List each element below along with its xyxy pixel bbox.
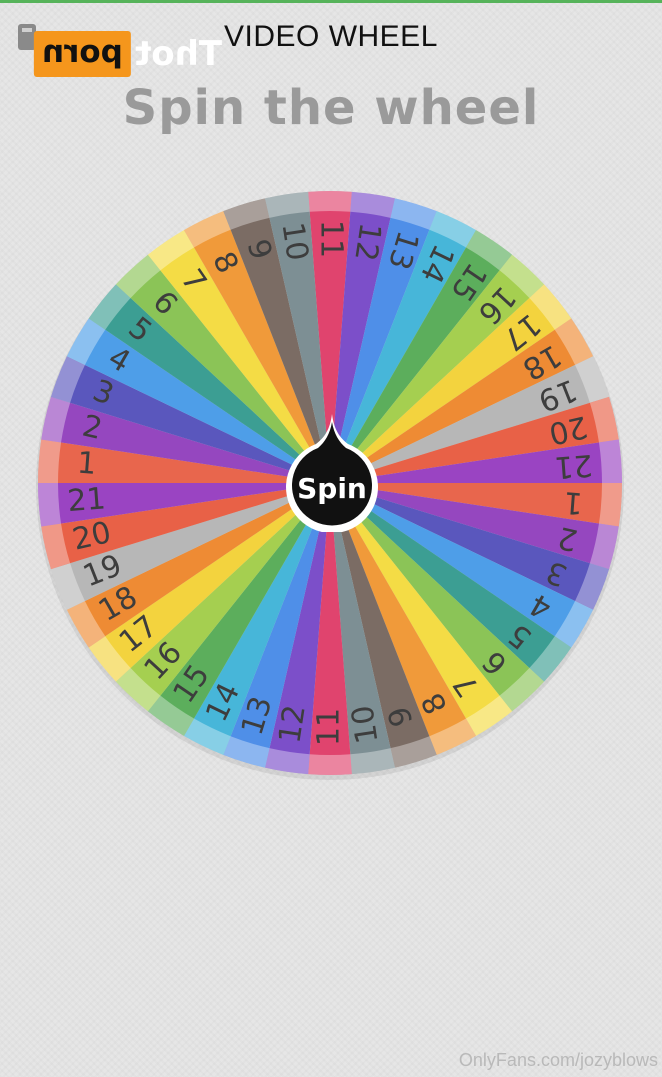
- wheel-segment-label: 11: [314, 220, 349, 258]
- wheel-segment-label: 12: [347, 220, 387, 263]
- wheel-segment-label: 1: [76, 446, 98, 482]
- page-title: VIDEO WHEEL: [224, 20, 438, 53]
- spin-button[interactable]: Spin: [282, 412, 382, 532]
- spin-subtitle: Spin the wheel: [122, 80, 540, 136]
- wheel-segment-label: 10: [345, 703, 385, 746]
- wheel-segment-label: 12: [272, 703, 312, 746]
- watermark-logo: porn Thot: [34, 31, 222, 77]
- wheel-segment-label: 1: [562, 484, 584, 520]
- wheel-segment-label: 10: [274, 220, 314, 263]
- watermark-box-text: porn: [34, 31, 131, 77]
- spin-label: Spin: [297, 472, 367, 505]
- top-accent-line: [0, 0, 662, 3]
- wheel-segment-label: 21: [553, 447, 594, 485]
- wheel-segment-label: 11: [312, 708, 347, 746]
- watermark-text: Thot: [134, 34, 222, 74]
- footer-watermark: OnlyFans.com/jozyblows: [458, 1050, 658, 1070]
- wheel-segment-label: 21: [66, 481, 107, 519]
